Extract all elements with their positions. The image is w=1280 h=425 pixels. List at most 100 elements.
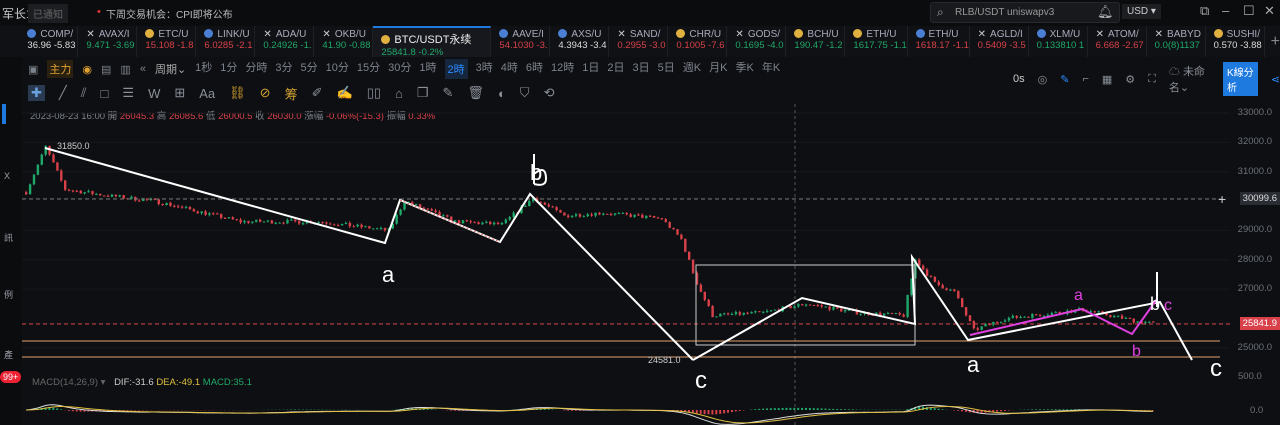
ticker-item[interactable]: ✕ GODS/0.1695 -4.0 <box>727 26 787 57</box>
layout-icon[interactable]: ▥ <box>120 63 130 76</box>
settings-icon[interactable]: ⚙ <box>1125 73 1135 86</box>
ticker-item[interactable]: ETC/U 15.108 -1.8 <box>137 26 197 57</box>
magnet-tool-icon[interactable]: ⊘ <box>260 85 271 101</box>
add-line-icon[interactable]: + <box>1218 191 1226 207</box>
interval-tab[interactable]: 10分 <box>326 59 349 79</box>
interval-tab[interactable]: 1日 <box>582 59 599 79</box>
bookmark-icon[interactable]: ⌐ <box>1082 73 1088 85</box>
text-tool-icon[interactable]: Aa <box>199 86 215 101</box>
interval-tab[interactable]: 3時 <box>476 59 493 79</box>
interval-tab[interactable]: 1秒 <box>195 59 212 79</box>
ticker-item[interactable]: ✕ BABYD 0.0(8)1137 <box>1147 26 1206 57</box>
chip-tool-icon[interactable]: 筹 <box>285 84 298 103</box>
interval-tab[interactable]: 15分 <box>357 59 380 79</box>
bell-icon[interactable]: 🔔︎ <box>1097 4 1114 20</box>
ticker-item[interactable]: BCH/U 190.47 -1.2 <box>786 26 846 57</box>
ticker-item[interactable]: ✕ SAND/0.2955 -3.0 <box>609 26 669 57</box>
ticker-item[interactable]: ✕ OKB/U 41.90 -0.88 <box>314 26 374 57</box>
period-select[interactable]: 周期⌄ <box>155 61 186 77</box>
calendar-icon[interactable]: ▤ <box>101 63 111 76</box>
indicator-icon[interactable]: ▣ <box>28 63 38 76</box>
ticker-item[interactable]: AXS/U 4.3943 -3.4 <box>550 26 610 57</box>
pencil-icon[interactable]: ✎ <box>1060 73 1069 86</box>
interval-tab[interactable]: 1時 <box>419 59 436 79</box>
alert-icon[interactable]: ◉ <box>82 63 92 76</box>
link-tool-icon[interactable]: ⛓ <box>229 85 246 101</box>
macd-histogram-bar <box>964 410 967 412</box>
rewind-icon[interactable]: « <box>140 63 146 75</box>
add-ticker-icon[interactable]: + <box>1271 33 1280 51</box>
ticker-item[interactable]: SUSHI/0.570 -3.88 <box>1206 26 1265 57</box>
ticker-item[interactable]: XLM/U 0.133810 1 <box>1029 26 1088 57</box>
interval-tab[interactable]: 2日 <box>607 59 624 79</box>
kline-analysis-button[interactable]: K線分析 <box>1222 62 1258 96</box>
interval-tab[interactable]: 3日 <box>633 59 650 79</box>
interval-tab[interactable]: 5日 <box>658 59 675 79</box>
rectangle-tool-icon[interactable]: □ <box>101 86 109 101</box>
ticker-item[interactable]: BTC/USDT永续 25841.8 -0.2% <box>373 26 492 57</box>
candle <box>664 219 667 222</box>
close-icon[interactable]: ✕ <box>1264 3 1275 19</box>
interval-tab[interactable]: 季K <box>735 59 753 79</box>
candles-tool-icon[interactable]: ▯▯ <box>367 85 381 101</box>
candle <box>563 212 566 216</box>
ticker-item[interactable]: CHR/U 0.1005 -7.6 <box>668 26 728 57</box>
candle <box>333 224 336 226</box>
interval-tab[interactable]: 3分 <box>275 59 292 79</box>
camera-icon[interactable]: ◎ <box>1038 73 1048 86</box>
candle <box>71 190 75 192</box>
filter-tool-icon[interactable]: ⛉ <box>520 85 530 101</box>
crosshair-tool-icon[interactable]: ✚ <box>28 85 45 101</box>
macd-histogram-bar <box>52 407 55 410</box>
lock-tool-icon[interactable]: ⌂ <box>395 86 403 101</box>
ruler-tool-icon[interactable]: ✐ <box>312 85 323 101</box>
ticker-item[interactable]: ETH/U 1617.75 -1.1 <box>845 26 908 57</box>
minimize-icon[interactable]: – <box>1222 3 1229 18</box>
template-icon[interactable]: ▦ <box>1102 73 1112 86</box>
interval-tab[interactable]: 1分 <box>220 59 237 79</box>
measure-tool-icon[interactable]: ⊞ <box>174 85 185 101</box>
notify-status[interactable]: 已通知 <box>28 4 68 23</box>
interval-tab[interactable]: 5分 <box>301 59 318 79</box>
parallel-tool-icon[interactable]: ⫽ <box>81 85 87 101</box>
ticker-item[interactable]: COMP/36.96 -5.83 <box>19 26 79 57</box>
interval-tab[interactable]: 月K <box>709 59 727 79</box>
ticker-item[interactable]: LINK/U 6.0285 -2.1 <box>196 26 256 57</box>
interval-tab[interactable]: 年K <box>762 59 780 79</box>
share-icon[interactable]: ⋖ <box>1271 73 1280 86</box>
ticker-item[interactable]: ✕ ATOM/6.668 -2.67 <box>1088 26 1147 57</box>
note-tool-icon[interactable]: ✎ <box>443 85 454 101</box>
ticker-item[interactable]: ✕ ADA/U 0.24926 -1. <box>255 26 315 57</box>
sidebar-item[interactable]: X <box>4 171 10 181</box>
cloud-layout-select[interactable]: ☁ 未命名⌄ <box>1169 63 1210 95</box>
sidebar-item[interactable]: 例 <box>4 288 13 301</box>
line-tool-icon[interactable]: ╱ <box>59 85 67 101</box>
interval-tab[interactable]: 2時 <box>444 59 468 79</box>
currency-select[interactable]: USD ▾ <box>1122 4 1161 19</box>
ticker-item[interactable]: AAVE/I 54.1030 -3. <box>491 26 551 57</box>
maximize-icon[interactable]: ☐ <box>1243 3 1255 19</box>
brush-tool-icon[interactable]: ✍ <box>337 85 353 101</box>
interval-tab[interactable]: 週K <box>683 59 701 79</box>
sidebar-item[interactable]: 訊 <box>4 231 13 244</box>
delete-tool-icon[interactable]: 🗑︎ <box>467 85 484 101</box>
main-force-button[interactable]: 主力 <box>47 60 74 78</box>
eye-tool-icon[interactable]: ◐ <box>498 86 506 101</box>
sync-tool-icon[interactable]: ⟲ <box>544 85 555 101</box>
interval-tab[interactable]: 4時 <box>501 59 518 79</box>
news-headline[interactable]: 下周交易机会：CPI即将公布 <box>106 6 233 21</box>
ticker-item[interactable]: ✕ AVAX/I 9.471 -3.69 <box>78 26 138 57</box>
ticker-item[interactable]: ETH/U 1618.17 -1.1 <box>908 26 970 57</box>
interval-tab[interactable]: 分時 <box>245 59 267 79</box>
wave-tool-icon[interactable]: W <box>148 86 160 101</box>
search-input[interactable]: ⌕ RLB/USDT uniswapv3 <box>930 2 1120 23</box>
fib-tool-icon[interactable]: ☰ <box>122 85 134 101</box>
interval-tab[interactable]: 6時 <box>526 59 543 79</box>
interval-tab[interactable]: 30分 <box>388 59 411 79</box>
copy-tool-icon[interactable]: ❐ <box>417 85 429 101</box>
window-layout-icon[interactable]: ⧉ <box>1200 3 1209 19</box>
fullscreen-icon[interactable]: ⛶ <box>1148 73 1156 86</box>
sidebar-item[interactable]: 產 <box>4 348 13 361</box>
interval-tab[interactable]: 12時 <box>551 59 574 79</box>
ticker-item[interactable]: ✕ AGLD/I 0.5409 -3.5 <box>970 26 1029 57</box>
